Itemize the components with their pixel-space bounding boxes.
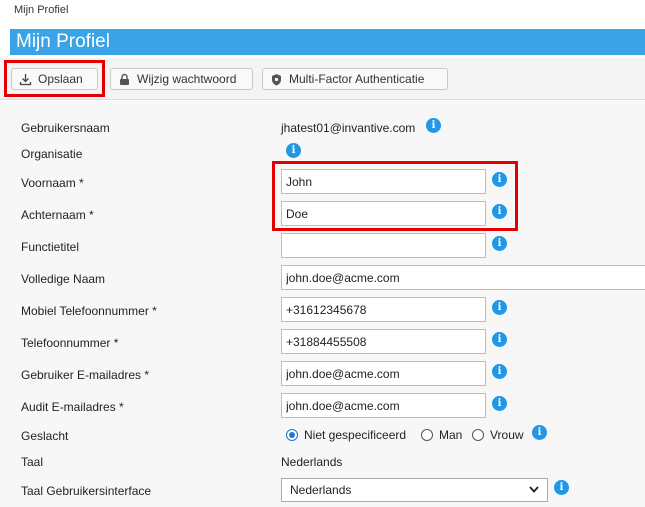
fullname-label: Volledige Naam — [21, 272, 106, 286]
mfa-label: Multi-Factor Authenticatie — [289, 72, 425, 86]
info-icon[interactable]: i — [286, 143, 301, 158]
info-icon[interactable]: i — [492, 300, 507, 315]
language-label: Taal — [21, 455, 44, 469]
lock-icon — [118, 73, 131, 86]
audit-email-input[interactable] — [281, 393, 486, 418]
chevron-down-icon — [529, 484, 539, 496]
audit-email-label: Audit E-mailadres * — [21, 400, 124, 414]
change-password-label: Wijzig wachtwoord — [137, 72, 237, 86]
save-highlight-box — [4, 60, 105, 97]
mobile-input[interactable] — [281, 297, 486, 322]
info-icon[interactable]: i — [554, 480, 569, 495]
radio-dot[interactable] — [286, 429, 298, 441]
info-icon[interactable]: i — [492, 364, 507, 379]
email-input[interactable] — [281, 361, 486, 386]
gender-radio-unspecified[interactable]: Niet gespecificeerd — [286, 428, 406, 442]
organisation-label: Organisatie — [21, 147, 83, 161]
jobtitle-input[interactable] — [281, 233, 486, 258]
mobile-label: Mobiel Telefoonnummer * — [21, 304, 157, 318]
mfa-button[interactable]: Multi-Factor Authenticatie — [262, 68, 448, 90]
gender-option-label: Man — [439, 428, 463, 442]
email-label: Gebruiker E-mailadres * — [21, 368, 150, 382]
gender-option-label: Niet gespecificeerd — [304, 428, 407, 442]
shield-icon — [270, 73, 283, 86]
fullname-input[interactable] — [281, 265, 645, 290]
jobtitle-label: Functietitel — [21, 240, 80, 254]
phone-label: Telefoonnummer * — [21, 336, 119, 350]
ui-language-selected: Nederlands — [290, 483, 352, 497]
info-icon[interactable]: i — [492, 236, 507, 251]
info-icon[interactable]: i — [492, 332, 507, 347]
username-value: jhatest01@invantive.com — [281, 121, 416, 135]
gender-radio-female[interactable]: Vrouw — [472, 428, 524, 442]
page-header: Mijn Profiel — [10, 29, 645, 55]
gender-radio-male[interactable]: Man — [421, 428, 462, 442]
breadcrumb: Mijn Profiel — [14, 4, 69, 16]
phone-input[interactable] — [281, 329, 486, 354]
username-label: Gebruikersnaam — [21, 121, 110, 135]
gender-option-label: Vrouw — [490, 428, 524, 442]
radio-dot[interactable] — [472, 429, 484, 441]
radio-dot[interactable] — [421, 429, 433, 441]
ui-language-select[interactable]: Nederlands — [281, 478, 548, 502]
language-value: Nederlands — [281, 455, 343, 469]
firstname-label: Voornaam * — [21, 176, 84, 190]
change-password-button[interactable]: Wijzig wachtwoord — [110, 68, 253, 90]
ui-language-label: Taal Gebruikersinterface — [21, 484, 152, 498]
lastname-label: Achternaam * — [21, 208, 94, 222]
info-icon[interactable]: i — [532, 425, 547, 440]
info-icon[interactable]: i — [492, 396, 507, 411]
gender-label: Geslacht — [21, 429, 69, 443]
page-title: Mijn Profiel — [16, 31, 110, 52]
info-icon[interactable]: i — [426, 118, 441, 133]
name-highlight-box — [272, 161, 518, 231]
